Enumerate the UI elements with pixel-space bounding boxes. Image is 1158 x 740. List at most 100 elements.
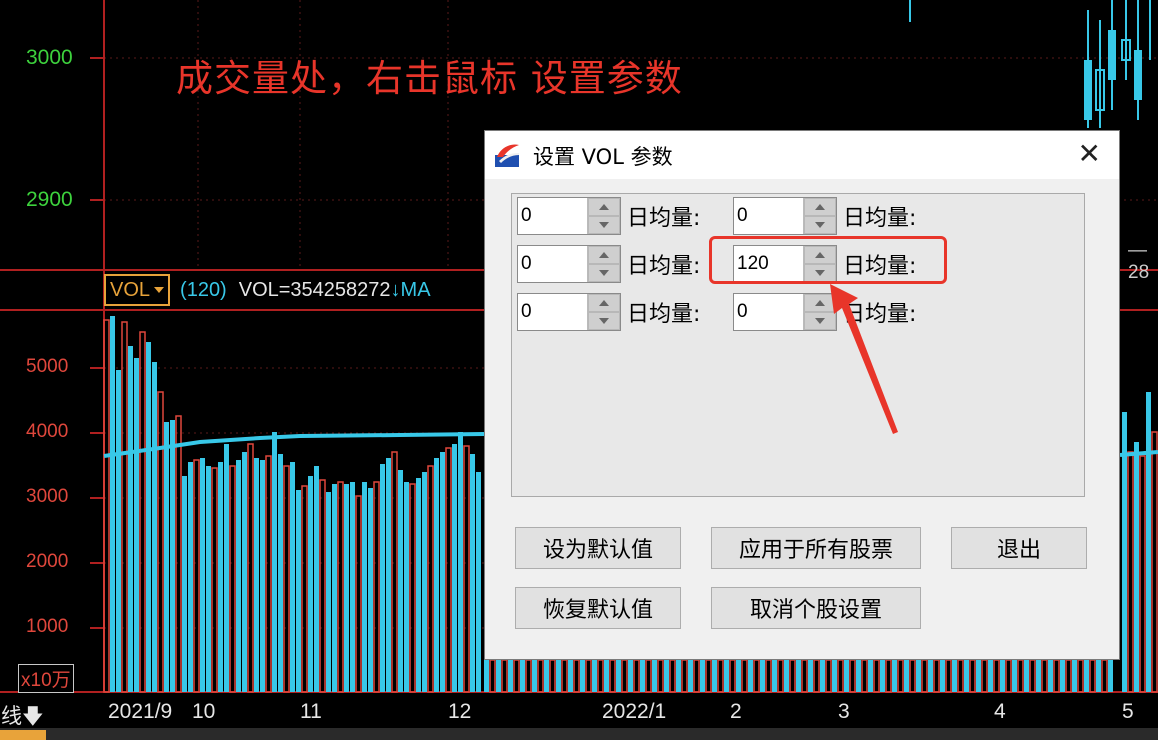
date-label: 12 xyxy=(448,700,472,723)
param-input[interactable]: 0 xyxy=(518,246,588,282)
volume-bar xyxy=(1127,451,1134,693)
volume-bar xyxy=(380,464,385,692)
param-input[interactable]: 0 xyxy=(734,294,804,330)
triangle-down-icon xyxy=(815,318,826,324)
volume-bar xyxy=(556,660,561,692)
volume-bar xyxy=(1000,660,1005,692)
volume-bar xyxy=(897,659,904,693)
chevron-down-icon xyxy=(154,287,165,293)
volume-bar xyxy=(157,391,164,693)
param-spinner[interactable]: 0 xyxy=(733,197,837,235)
volume-bar xyxy=(116,370,121,692)
spin-up-button[interactable] xyxy=(804,294,836,312)
volume-bar xyxy=(921,659,928,693)
volume-bar xyxy=(633,659,640,693)
volume-bar xyxy=(597,659,604,693)
volume-bar xyxy=(278,454,283,692)
spin-up-button[interactable] xyxy=(588,246,620,264)
period-selector[interactable]: 日线🡇 xyxy=(0,700,44,737)
apply-all-stocks-button[interactable]: 应用于所有股票 xyxy=(711,527,921,569)
volume-bar xyxy=(218,462,223,692)
vol-value: VOL=354258272 xyxy=(238,278,391,301)
volume-bar xyxy=(652,660,657,692)
volume-bar xyxy=(993,659,1000,693)
cancel-stock-settings-button[interactable]: 取消个股设置 xyxy=(711,587,921,629)
volume-bar xyxy=(988,660,993,692)
spin-up-button[interactable] xyxy=(588,294,620,312)
param-input[interactable]: 0 xyxy=(734,198,804,234)
vol-indicator-header: VOL (120) VOL=354258272 ↓ MA xyxy=(0,272,484,308)
volume-bar xyxy=(254,458,259,692)
volume-bar xyxy=(1065,659,1072,693)
volume-bar xyxy=(484,660,489,692)
volume-bar xyxy=(501,659,508,693)
volume-bar xyxy=(242,452,247,692)
param-unit-label: 日均量: xyxy=(627,206,701,231)
param-unit-label: 日均量: xyxy=(843,302,917,327)
param-spinner[interactable]: 0 xyxy=(733,293,837,331)
volume-bar xyxy=(861,659,868,693)
volume-bar xyxy=(1151,431,1158,693)
volume-bar xyxy=(103,319,110,693)
volume-bar xyxy=(796,660,801,692)
volume-bar xyxy=(458,432,463,692)
volume-bar xyxy=(964,660,969,692)
volume-bar xyxy=(416,478,421,692)
param-spinner[interactable]: 0 xyxy=(517,245,621,283)
volume-bar xyxy=(1060,660,1065,692)
highlight-box xyxy=(709,236,947,284)
volume-bar xyxy=(640,660,645,692)
volume-bar xyxy=(206,466,211,692)
instruction-annotation: 成交量处，右击鼠标 设置参数 xyxy=(176,57,683,100)
spin-down-button[interactable] xyxy=(588,264,620,282)
close-icon[interactable]: ✕ xyxy=(1078,139,1101,169)
volume-bar xyxy=(616,660,621,692)
volume-bar xyxy=(736,660,741,692)
param-input[interactable]: 0 xyxy=(518,294,588,330)
volume-bar xyxy=(868,660,873,692)
volume-bar xyxy=(969,659,976,693)
param-unit-label: 日均量: xyxy=(627,254,701,279)
spin-down-button[interactable] xyxy=(588,216,620,234)
param-spinner[interactable]: 0 xyxy=(517,293,621,331)
param-spinner[interactable]: 0 xyxy=(517,197,621,235)
vol-axis-label: 5000 xyxy=(26,356,69,377)
volume-bar xyxy=(777,659,784,693)
spin-down-button[interactable] xyxy=(588,312,620,330)
param-field-5: 0 日均量: xyxy=(517,293,700,331)
param-input[interactable]: 0 xyxy=(518,198,588,234)
volume-bar xyxy=(981,659,988,693)
vol-axis-label: 4000 xyxy=(26,421,69,442)
dialog-titlebar[interactable]: 设置 VOL 参数 ✕ xyxy=(485,131,1119,179)
dialog-title: 设置 VOL 参数 xyxy=(533,145,673,169)
restore-default-button[interactable]: 恢复默认值 xyxy=(515,587,681,629)
volume-bar xyxy=(712,660,717,692)
spin-up-button[interactable] xyxy=(588,198,620,216)
volume-bar xyxy=(916,660,921,692)
exit-button[interactable]: 退出 xyxy=(951,527,1087,569)
set-default-button[interactable]: 设为默认值 xyxy=(515,527,681,569)
volume-bar xyxy=(976,660,981,692)
volume-bar xyxy=(676,660,681,692)
volume-bar xyxy=(452,444,457,692)
volume-bar xyxy=(825,659,832,693)
volume-bar xyxy=(604,660,609,692)
volume-bar xyxy=(290,462,295,692)
spin-up-button[interactable] xyxy=(804,198,836,216)
volume-bar xyxy=(398,470,403,692)
volume-bar xyxy=(1017,659,1024,693)
volume-bar xyxy=(837,659,844,693)
volume-bar xyxy=(193,459,200,693)
volume-bar xyxy=(801,659,808,693)
volume-bar xyxy=(391,451,398,693)
volume-bar xyxy=(134,358,139,692)
vol-indicator-button[interactable]: VOL xyxy=(104,274,171,306)
triangle-up-icon xyxy=(599,204,610,210)
volume-bar xyxy=(404,482,409,692)
spin-down-button[interactable] xyxy=(804,312,836,330)
spin-down-button[interactable] xyxy=(804,216,836,234)
volume-bar xyxy=(849,659,856,693)
volume-bar xyxy=(933,659,940,693)
volume-bar xyxy=(1077,659,1084,693)
volume-bar xyxy=(520,660,525,692)
